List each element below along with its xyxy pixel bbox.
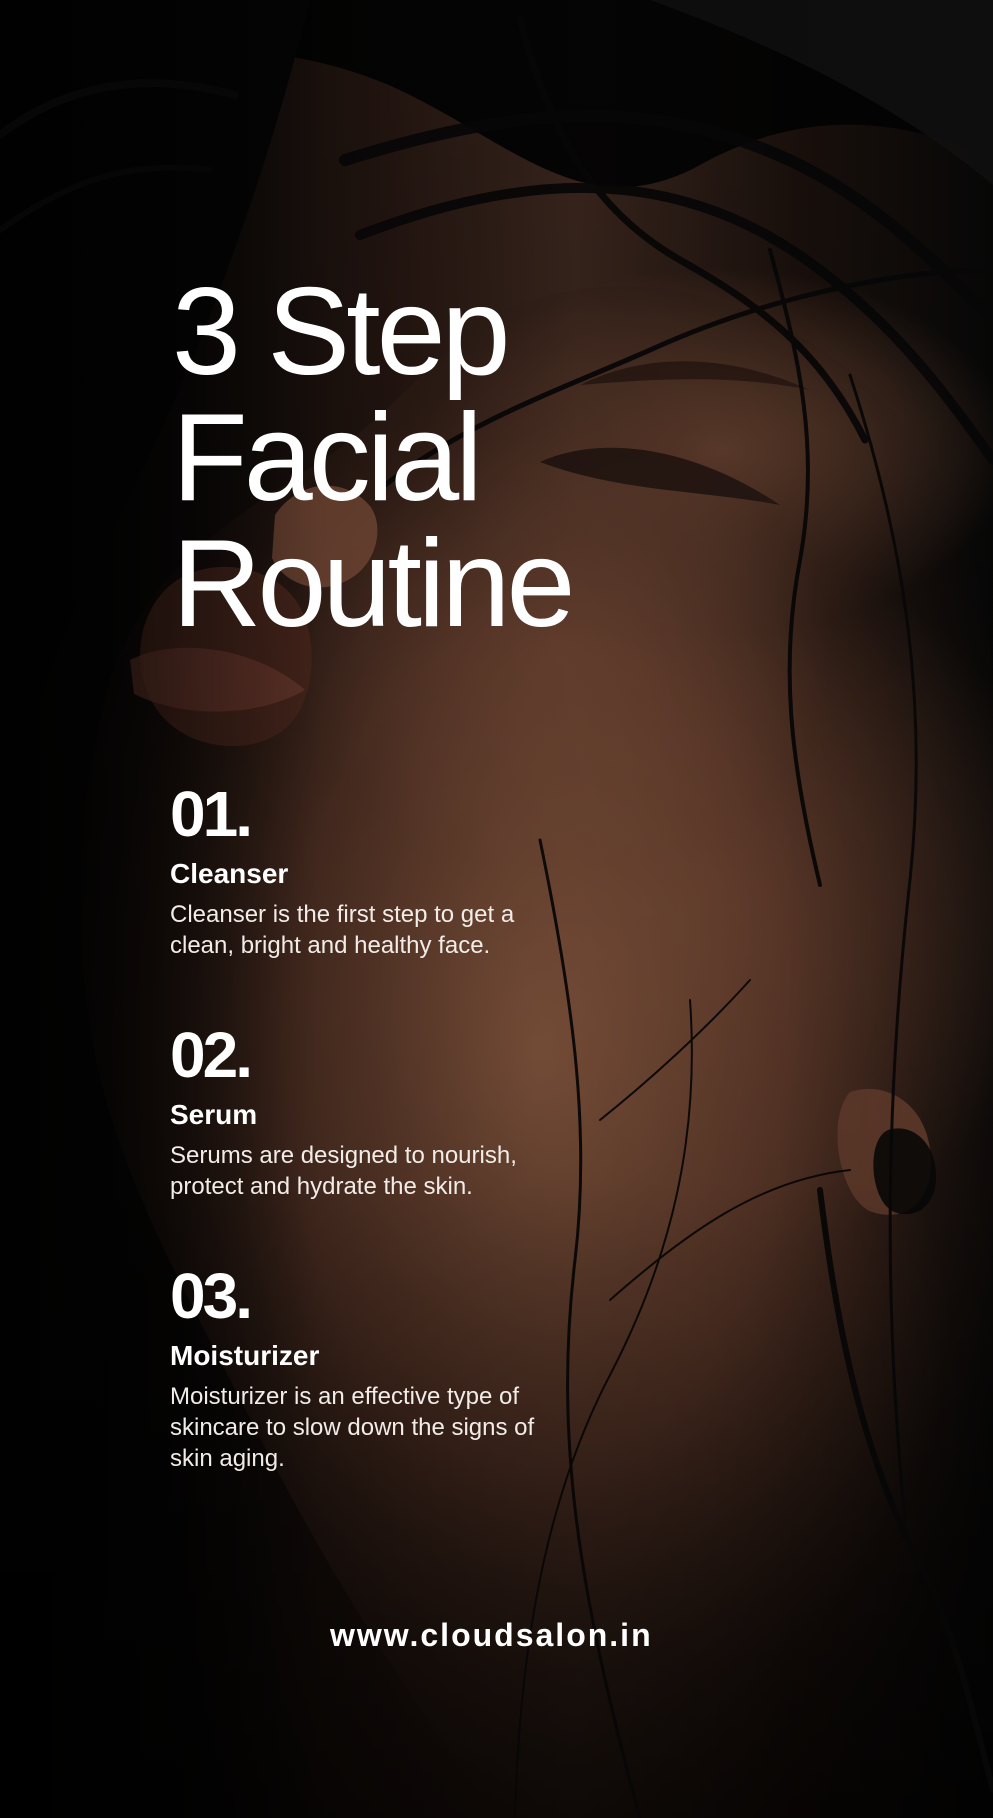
step-number: 01. xyxy=(170,778,253,850)
website-link[interactable]: www.cloudsalon.in xyxy=(330,1615,670,1655)
step-description: Cleanser is the first step to get a clea… xyxy=(170,901,515,959)
title-line-1: 3 Step xyxy=(172,263,511,402)
step-serum: 02. Serum Serums are designed to nourish… xyxy=(170,1022,590,1202)
step-name: Cleanser xyxy=(170,858,289,889)
step-description: Serums are designed to nourish, protect … xyxy=(170,1142,517,1200)
step-description: Moisturizer is an effective type of skin… xyxy=(170,1383,535,1472)
step-number: 03. xyxy=(170,1260,253,1332)
facial-routine-poster: 3 Step Facial Routine 01. Cleanser Clean… xyxy=(0,0,993,1818)
step-name: Serum xyxy=(170,1099,258,1130)
title-line-3: Routine xyxy=(172,515,575,654)
step-moisturizer: 03. Moisturizer Moisturizer is an effect… xyxy=(170,1263,590,1474)
title-line-2: Facial xyxy=(172,389,483,528)
step-number: 02. xyxy=(170,1019,253,1091)
step-cleanser: 01. Cleanser Cleanser is the first step … xyxy=(170,781,590,961)
page-title: 3 Step Facial Routine xyxy=(172,269,692,647)
step-name: Moisturizer xyxy=(170,1340,320,1371)
